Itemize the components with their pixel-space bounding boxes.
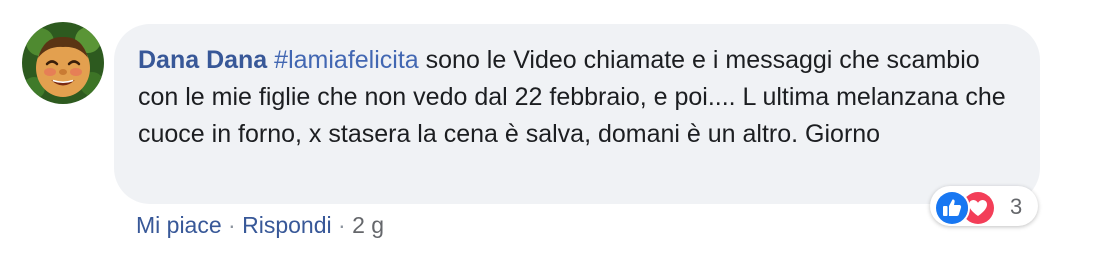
comment-text: Dana Dana #lamiafelicita sono le Video c… [138,42,1018,153]
avatar[interactable] [22,22,104,104]
like-icon [934,190,970,226]
comment-body: sono le Video chiamate e i messaggi che … [138,46,1006,148]
reactions-summary[interactable]: 3 [930,186,1038,226]
like-button[interactable]: Mi piace [136,212,222,238]
comment-actions: Mi piace · Rispondi · 2 g [136,210,384,240]
comment-author[interactable]: Dana Dana [138,46,267,74]
timestamp[interactable]: 2 g [352,212,384,238]
comment-bubble: Dana Dana #lamiafelicita sono le Video c… [114,24,1040,204]
hashtag-link[interactable]: #lamiafelicita [274,46,419,74]
smiling-face-avatar-icon [22,22,104,104]
comment: Dana Dana #lamiafelicita sono le Video c… [0,0,1117,259]
reply-button[interactable]: Rispondi [242,212,332,238]
separator: · [338,212,346,238]
separator: · [228,212,236,238]
reaction-count: 3 [1010,194,1023,219]
